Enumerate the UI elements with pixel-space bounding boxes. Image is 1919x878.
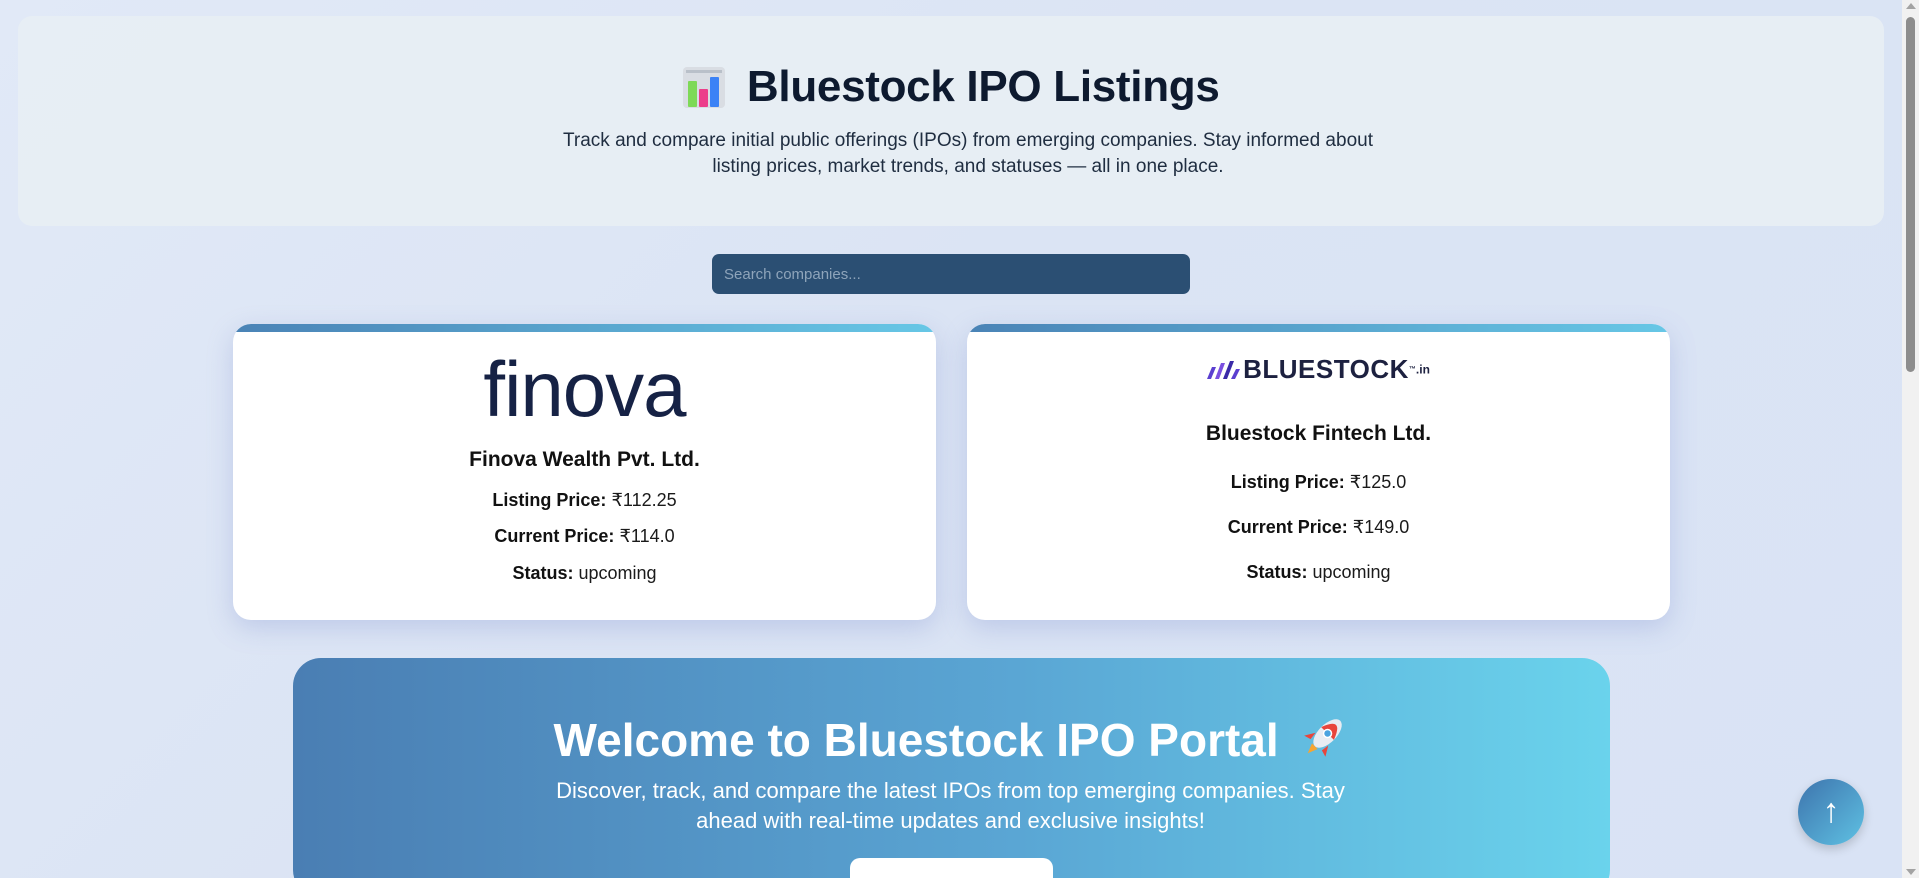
page: Bluestock IPO Listings Track and compare… bbox=[0, 0, 1900, 878]
bluestock-logo-tm: ™ bbox=[1408, 366, 1416, 373]
header-panel: Bluestock IPO Listings Track and compare… bbox=[18, 16, 1884, 226]
current-price-row: Current Price: ₹114.0 bbox=[233, 526, 936, 547]
finova-logo: finova bbox=[483, 345, 686, 433]
status-value: upcoming bbox=[578, 563, 657, 583]
welcome-title: Welcome to Bluestock IPO Portal bbox=[553, 714, 1279, 766]
listing-price-row: Listing Price: ₹125.0 bbox=[967, 472, 1670, 493]
welcome-banner: Welcome to Bluestock IPO Portal Discover… bbox=[293, 658, 1610, 878]
rocket-icon bbox=[1304, 719, 1343, 757]
current-price-label: Current Price: bbox=[494, 526, 615, 546]
ipo-card-bluestock[interactable]: BLUESTOCK™.in Bluestock Fintech Ltd. Lis… bbox=[967, 324, 1670, 620]
status-label: Status: bbox=[512, 563, 574, 583]
status-value: upcoming bbox=[1312, 562, 1391, 582]
listing-price-row: Listing Price: ₹112.25 bbox=[233, 490, 936, 511]
listing-price-value: ₹112.25 bbox=[611, 490, 677, 510]
current-price-row: Current Price: ₹149.0 bbox=[967, 517, 1670, 538]
status-row: Status: upcoming bbox=[967, 562, 1670, 583]
listing-price-label: Listing Price: bbox=[1230, 472, 1345, 492]
welcome-cta-button[interactable] bbox=[850, 858, 1053, 878]
scroll-down-arrow-icon[interactable] bbox=[1906, 869, 1916, 875]
page-title: Bluestock IPO Listings bbox=[746, 62, 1220, 111]
status-label: Status: bbox=[1246, 562, 1308, 582]
arrow-up-icon: ↑ bbox=[1822, 792, 1840, 830]
bluestock-logo-suffix: .in bbox=[1415, 362, 1430, 377]
listing-price-label: Listing Price: bbox=[492, 490, 607, 510]
welcome-text: Discover, track, and compare the latest … bbox=[556, 778, 1345, 833]
scroll-up-arrow-icon[interactable] bbox=[1906, 3, 1916, 9]
title-row: Bluestock IPO Listings bbox=[18, 62, 1884, 112]
company-name: Bluestock Fintech Ltd. bbox=[1205, 422, 1432, 445]
welcome-title-row: Welcome to Bluestock IPO Portal bbox=[293, 712, 1610, 767]
card-top-bar bbox=[967, 324, 1670, 332]
search-input[interactable] bbox=[712, 254, 1190, 294]
page-subtitle: Track and compare initial public offerin… bbox=[563, 130, 1373, 177]
bluestock-logo-text: BLUESTOCK bbox=[1243, 354, 1409, 384]
scrollbar-thumb[interactable] bbox=[1906, 17, 1915, 372]
current-price-value: ₹149.0 bbox=[1352, 517, 1410, 537]
scroll-to-top-button[interactable]: ↑ bbox=[1798, 779, 1864, 845]
bluestock-logo: BLUESTOCK™.in bbox=[967, 354, 1670, 385]
listing-price-value: ₹125.0 bbox=[1349, 472, 1407, 492]
page-scrollbar[interactable] bbox=[1902, 0, 1919, 878]
status-row: Status: upcoming bbox=[233, 563, 936, 584]
card-top-bar bbox=[233, 324, 936, 332]
bluestock-logo-mark-icon bbox=[1207, 360, 1241, 379]
company-name: Finova Wealth Pvt. Ltd. bbox=[469, 448, 700, 471]
ipo-card-finova[interactable]: finova Finova Wealth Pvt. Ltd. Listing P… bbox=[233, 324, 936, 620]
current-price-value: ₹114.0 bbox=[619, 526, 675, 546]
bar-chart-icon bbox=[683, 67, 726, 108]
current-price-label: Current Price: bbox=[1227, 517, 1348, 537]
